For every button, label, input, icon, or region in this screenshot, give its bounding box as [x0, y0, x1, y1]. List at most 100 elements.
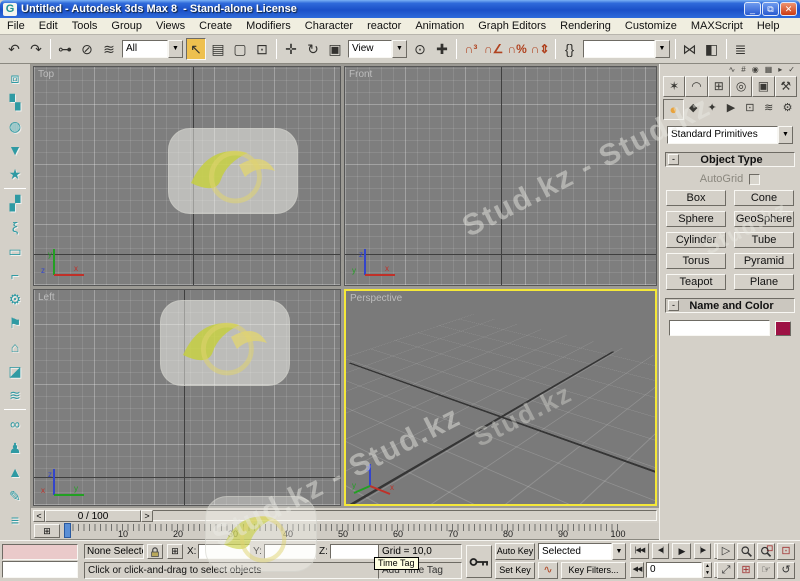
next-frame-arrow[interactable]: > [141, 510, 153, 522]
menu-character[interactable]: Character [298, 20, 360, 32]
zoom-extents-icon[interactable]: ⊡ [777, 543, 795, 560]
cubes-icon[interactable]: ⧈ [3, 67, 27, 89]
spinner-top-icon[interactable]: ▼ [3, 139, 27, 161]
material-editor-icon[interactable]: ◉ [752, 65, 759, 75]
named-selection-dropdown[interactable]: ▼ [583, 40, 670, 58]
maxscript-listener-input[interactable] [2, 561, 78, 578]
cameras-icon[interactable]: ▶ [722, 99, 741, 120]
menu-group[interactable]: Group [104, 20, 149, 32]
maxscript-listener-macro[interactable] [2, 544, 78, 560]
close-button[interactable]: ✕ [780, 2, 797, 16]
cylinder-button[interactable]: Cylinder [666, 232, 726, 248]
use-pivot-center-icon[interactable]: ⊙ [410, 38, 430, 60]
geometry-icon[interactable]: ● [663, 99, 684, 120]
shapes-icon[interactable]: ◆ [684, 99, 703, 120]
plane-button[interactable]: Plane [734, 274, 794, 290]
spring-icon[interactable]: ξ [3, 216, 27, 238]
auto-key-button[interactable]: Auto Key [495, 543, 535, 560]
window-crossing-icon[interactable]: ⊡ [252, 38, 272, 60]
car-icon[interactable]: ⌂ [3, 336, 27, 358]
menu-maxscript[interactable]: MAXScript [684, 20, 750, 32]
menu-tools[interactable]: Tools [65, 20, 105, 32]
selection-lock-icon[interactable] [147, 544, 163, 559]
bind-to-space-warp-icon[interactable]: ≋ [99, 38, 119, 60]
spinner-up-icon[interactable]: ▲ [704, 563, 711, 570]
select-and-link-icon[interactable]: ⊶ [55, 38, 75, 60]
quick-render-icon[interactable]: ✓ [788, 65, 795, 75]
star-icon[interactable]: ★ [3, 163, 27, 185]
menu-edit[interactable]: Edit [32, 20, 65, 32]
arc-rotate-icon[interactable]: ↺ [777, 562, 795, 579]
waves-icon[interactable]: ≋ [3, 384, 27, 406]
tab-utilities-icon[interactable]: ⚒ [775, 76, 797, 97]
restore-button[interactable]: ⧉ [762, 2, 779, 16]
select-and-rotate-icon[interactable]: ↻ [303, 38, 323, 60]
spinner-snap-icon[interactable]: ∩⇕ [530, 38, 551, 60]
autogrid-checkbox[interactable] [749, 174, 760, 185]
menu-graph-editors[interactable]: Graph Editors [471, 20, 553, 32]
biped-icon[interactable]: ♟ [3, 437, 27, 459]
tab-display-icon[interactable]: ▣ [752, 76, 774, 97]
unlink-selection-icon[interactable]: ⊘ [77, 38, 97, 60]
snap-toggle-icon[interactable]: ∩³ [461, 38, 481, 60]
weathervane-icon[interactable]: ⚑ [3, 312, 27, 334]
geosphere-button[interactable]: GeoSphere [734, 211, 794, 227]
render-scene-icon[interactable]: ▦ [765, 65, 773, 75]
field-of-view-icon[interactable]: ▷ [717, 543, 735, 560]
key-selection-dropdown[interactable]: Selected ▼ [538, 543, 626, 560]
menu-file[interactable]: File [0, 20, 32, 32]
bone-icon[interactable]: ⌐ [3, 264, 27, 286]
chevron-down-icon[interactable]: ▼ [168, 40, 183, 58]
minimize-button[interactable]: _ [744, 2, 761, 16]
spinner-down-icon[interactable]: ▼ [704, 570, 711, 577]
previous-frame-arrow[interactable]: < [33, 510, 45, 522]
checker-icon[interactable]: ▞ [3, 192, 27, 214]
zoom-extents-all-icon[interactable]: ⊞ [737, 562, 755, 579]
menu-rendering[interactable]: Rendering [553, 20, 618, 32]
viewport-label-perspective[interactable]: Perspective [350, 293, 402, 304]
menu-animation[interactable]: Animation [408, 20, 471, 32]
align-icon[interactable]: ◧ [702, 38, 722, 60]
zoom-all-icon[interactable] [757, 543, 775, 560]
reference-coordinate-dropdown[interactable]: View ▼ [348, 40, 407, 58]
viewport-label-top[interactable]: Top [38, 69, 54, 80]
primitive-category-dropdown[interactable]: Standard Primitives ▼ [667, 126, 793, 144]
key-filters-button[interactable]: Key Filters... [561, 562, 626, 579]
pyramid-button[interactable]: Pyramid [734, 253, 794, 269]
frame-spinner[interactable]: ▲ ▼ [703, 562, 712, 578]
menu-reactor[interactable]: reactor [360, 20, 408, 32]
menu-customize[interactable]: Customize [618, 20, 684, 32]
next-frame-icon[interactable]: |▶ [694, 543, 711, 559]
select-and-scale-icon[interactable]: ▣ [325, 38, 345, 60]
viewport-perspective-active[interactable]: Perspective z x y [344, 289, 657, 506]
absolute-mode-icon[interactable]: ⊞ [167, 544, 183, 559]
schematic-view-icon[interactable]: # [741, 65, 745, 75]
chevron-down-icon[interactable]: ▼ [778, 126, 793, 144]
viewport-label-front[interactable]: Front [349, 69, 372, 80]
tab-modify-icon[interactable]: ◠ [685, 76, 707, 97]
undo-icon[interactable]: ↶ [4, 38, 24, 60]
ladder-icon[interactable]: ≡ [3, 509, 27, 531]
select-and-move-icon[interactable]: ✛ [281, 38, 301, 60]
zoom-icon[interactable] [737, 543, 755, 560]
redo-icon[interactable]: ↷ [26, 38, 46, 60]
current-frame-field[interactable]: 0 [646, 562, 702, 578]
object-type-rollout-header[interactable]: - Object Type [665, 152, 795, 167]
set-key-button[interactable]: Set Key [495, 562, 535, 579]
terrain-icon[interactable]: ▲ [3, 461, 27, 483]
mirror-icon[interactable]: ⋈ [680, 38, 700, 60]
select-and-manipulate-icon[interactable]: ✚ [432, 38, 452, 60]
track-bar[interactable]: ⊞ 0 10 20 30 40 50 60 70 80 90 100 [31, 523, 659, 540]
angle-snap-icon[interactable]: ∩∠ [483, 38, 504, 60]
viewport-front[interactable]: Front z x y [344, 66, 657, 286]
name-color-rollout-header[interactable]: - Name and Color [665, 298, 795, 313]
tab-motion-icon[interactable]: ◎ [730, 76, 752, 97]
collapse-icon[interactable]: - [668, 300, 679, 311]
sphere-button[interactable]: Sphere [666, 211, 726, 227]
min-max-toggle-icon[interactable]: ⤢ [717, 562, 735, 579]
viewport-top[interactable]: Top y x z [33, 66, 341, 286]
fragments-icon[interactable]: ◪ [3, 360, 27, 382]
play-icon[interactable]: ▶ [672, 543, 691, 559]
collapse-icon[interactable]: - [668, 154, 679, 165]
lights-icon[interactable]: ✦ [703, 99, 722, 120]
